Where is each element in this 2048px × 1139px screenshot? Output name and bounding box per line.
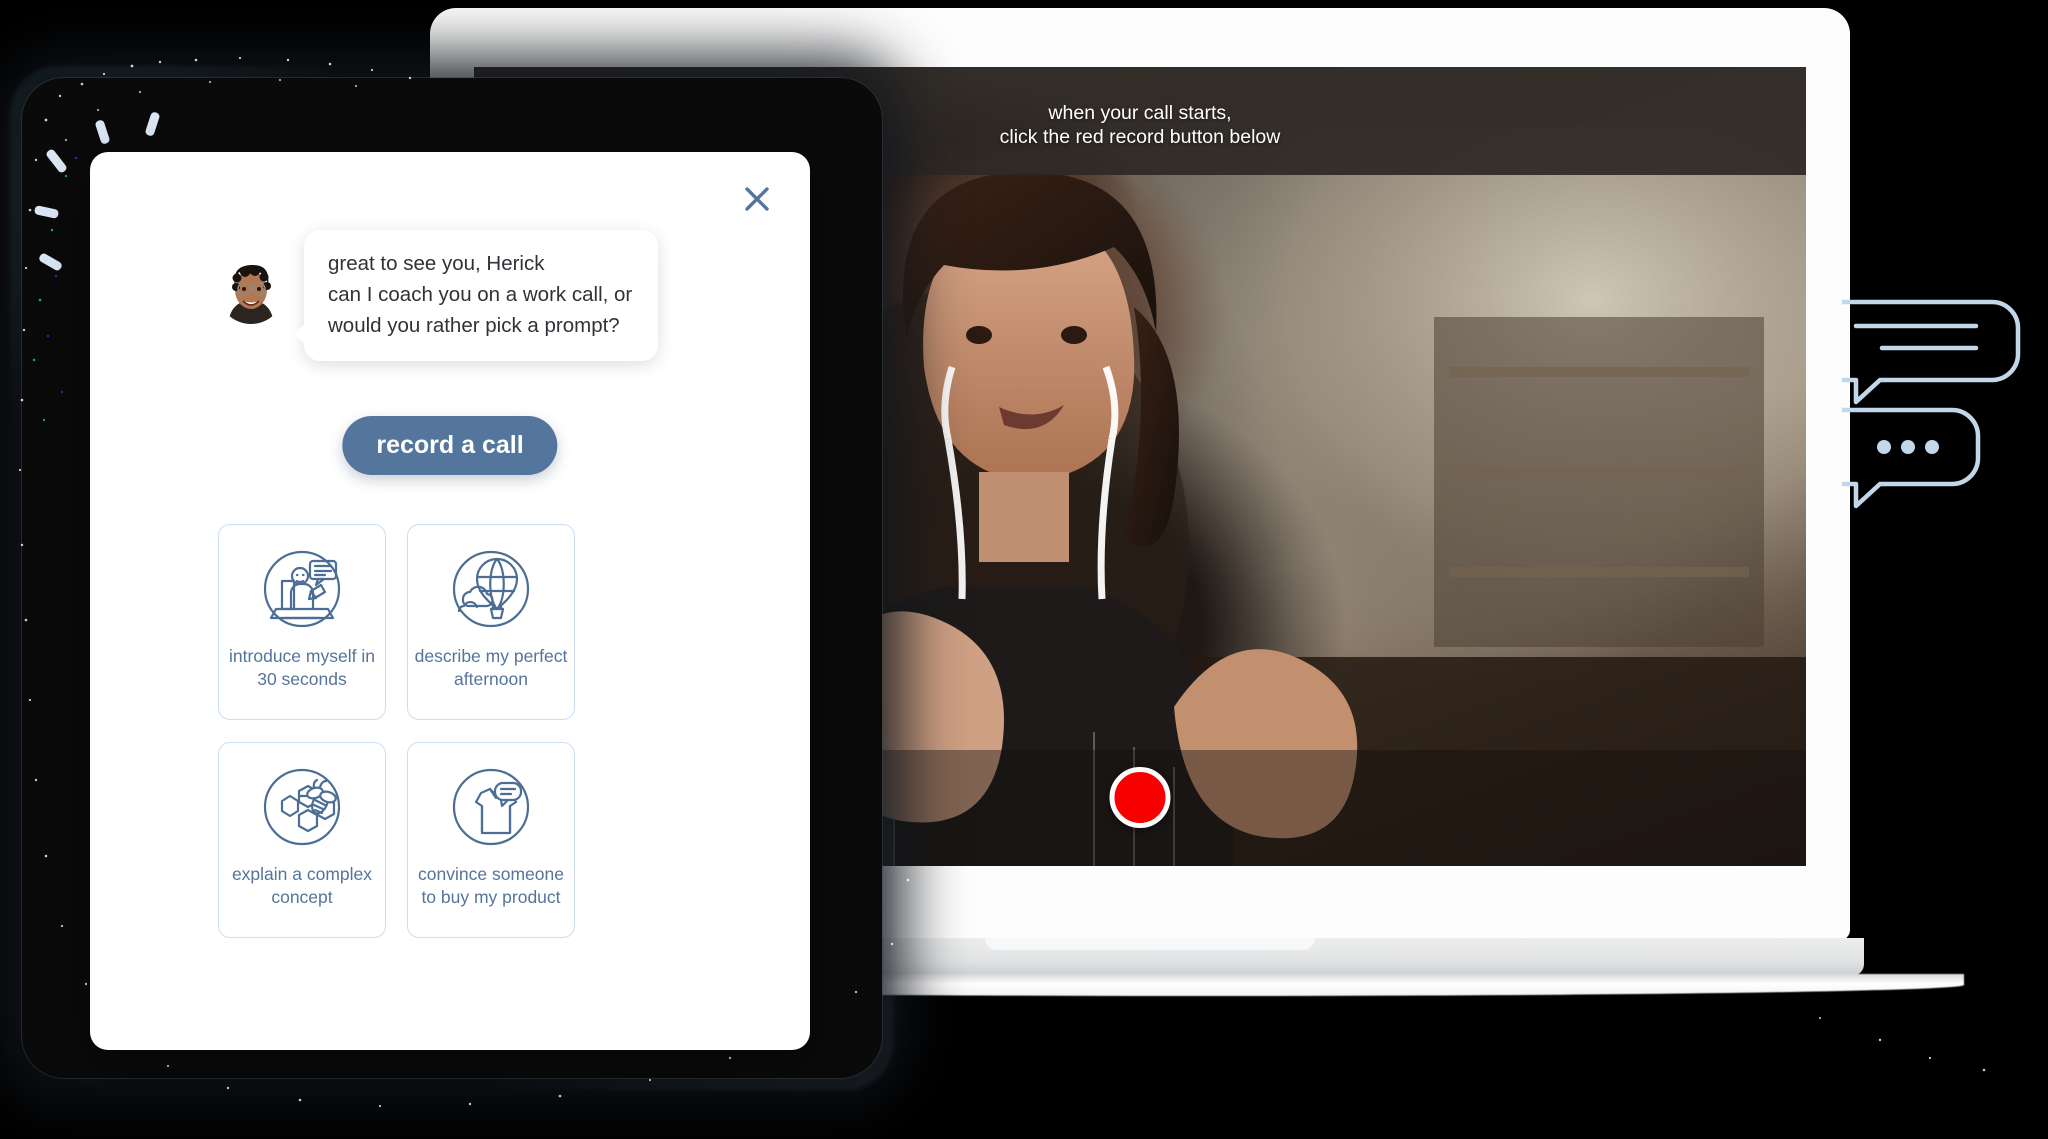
prompt-label-line-2: concept: [271, 887, 333, 907]
prompt-label-line-1: describe my perfect: [414, 646, 568, 666]
record-circle-icon[interactable]: [1109, 767, 1171, 828]
prompt-card-introduce-myself[interactable]: introduce myself in 30 seconds: [218, 524, 386, 720]
prompt-label-line-1: introduce myself in: [229, 646, 375, 666]
coach-message-line-1: great to see you, Herick: [328, 252, 545, 275]
hot-air-balloon-icon: [443, 541, 539, 637]
prompt-label-line-2: 30 seconds: [257, 669, 347, 689]
person-at-laptop-icon: [254, 541, 350, 637]
coach-message-bubble: great to see you, Herick can I coach you…: [292, 230, 659, 361]
prompt-label-line-1: explain a complex: [231, 864, 373, 884]
coach-message-line-2: can I coach you on a work call, or: [328, 283, 633, 306]
screenshot-stage: when your call starts, click the red rec…: [0, 0, 2048, 1139]
prompt-card-label: convince someone to buy my product: [412, 863, 570, 909]
coach-avatar: [218, 258, 284, 324]
close-icon[interactable]: [734, 176, 780, 222]
coach-message-line-3: would you rather pick a prompt?: [328, 314, 620, 337]
prompt-card-label: introduce myself in 30 seconds: [223, 645, 381, 691]
chat-bubble-dots-icon: [1839, 407, 1981, 509]
shirt-speech-icon: [443, 759, 539, 855]
prompt-label-line-1: convince someone: [418, 864, 564, 884]
prompt-card-label: explain a complex concept: [226, 863, 378, 909]
laptop-notch: [985, 938, 1315, 950]
coach-message-row: great to see you, Herick can I coach you…: [218, 230, 659, 361]
decorative-chat-bubbles: [1839, 290, 2042, 520]
prompt-card-convince-someone[interactable]: convince someone to buy my product: [407, 742, 575, 938]
coach-modal: great to see you, Herick can I coach you…: [90, 152, 810, 1050]
prompt-label-line-2: to buy my product: [421, 887, 561, 907]
prompt-card-complex-concept[interactable]: explain a complex concept: [218, 742, 386, 938]
prompt-card-grid: introduce myself in 30 seconds describe …: [218, 524, 575, 938]
prompt-card-label: describe my perfect afternoon: [409, 645, 574, 691]
prompt-card-perfect-afternoon[interactable]: describe my perfect afternoon: [407, 524, 575, 720]
honeycomb-bee-icon: [254, 759, 350, 855]
chat-bubble-lines-icon: [1839, 299, 2021, 405]
record-a-call-button[interactable]: record a call: [342, 416, 558, 475]
prompt-label-line-2: afternoon: [454, 669, 528, 689]
